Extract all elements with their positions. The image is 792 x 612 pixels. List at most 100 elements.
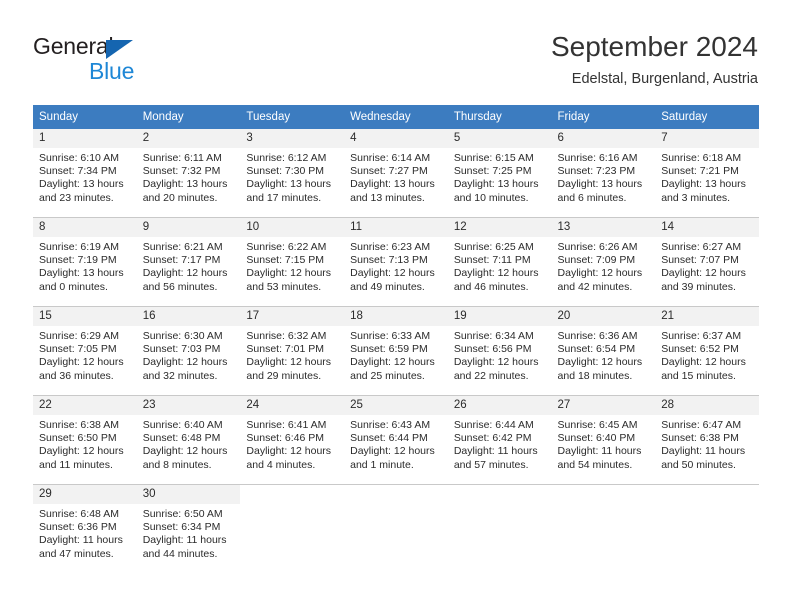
day-cell[interactable]: 19 Sunrise: 6:34 AM Sunset: 6:56 PM Dayligh… [447, 306, 552, 396]
day-cell[interactable]: 6 Sunrise: 6:16 AM Sunset: 7:23 PM Daylight… [551, 129, 656, 218]
day-number: 13 [551, 218, 656, 237]
sunset-text: Sunset: 7:09 PM [557, 254, 636, 267]
day-cell[interactable]: 11 Sunrise: 6:23 AM Sunset: 7:13 PM Dayligh… [344, 217, 448, 307]
day-cell[interactable]: 21 Sunrise: 6:37 AM Sunset: 6:52 PM Dayligh… [655, 306, 759, 396]
day-cell[interactable]: 23 Sunrise: 6:40 AM Sunset: 6:48 PM Dayligh… [136, 395, 241, 485]
sunrise-text: Sunrise: 6:25 AM [453, 241, 534, 253]
day-cell[interactable]: 5 Sunrise: 6:15 AM Sunset: 7:25 PM Daylight… [447, 129, 552, 218]
day-cell[interactable]: 12 Sunrise: 6:25 AM Sunset: 7:11 PM Dayligh… [447, 217, 552, 307]
sunset-text: Sunset: 6:44 PM [350, 432, 428, 445]
day-cell-empty [344, 484, 448, 573]
daylight-text: Daylight: 11 hours and 47 minutes. [39, 534, 123, 560]
day-cell-content: 20 Sunrise: 6:36 AM Sunset: 6:54 PM Dayligh… [551, 307, 656, 395]
daylight-text: Daylight: 11 hours and 44 minutes. [142, 534, 227, 560]
daylight-text: Daylight: 11 hours and 50 minutes. [661, 445, 746, 471]
day-cell-content: 26 Sunrise: 6:44 AM Sunset: 6:42 PM Dayligh… [447, 396, 552, 484]
day-cell[interactable]: 7 Sunrise: 6:18 AM Sunset: 7:21 PM Daylight… [655, 129, 759, 218]
day-cell-content: 18 Sunrise: 6:33 AM Sunset: 6:59 PM Dayligh… [344, 307, 448, 395]
day-cell-content: 15 Sunrise: 6:29 AM Sunset: 7:05 PM Dayligh… [33, 307, 137, 395]
daylight-text: Daylight: 12 hours and 25 minutes. [350, 356, 435, 382]
day-cell[interactable]: 24 Sunrise: 6:41 AM Sunset: 6:46 PM Dayligh… [240, 395, 345, 485]
weekday-header-friday: Friday [551, 105, 656, 129]
day-details: Sunrise: 6:37 AM Sunset: 6:52 PM Daylight:… [655, 326, 759, 383]
sunset-text: Sunset: 6:54 PM [557, 343, 636, 356]
day-cell[interactable]: 15 Sunrise: 6:29 AM Sunset: 7:05 PM Dayligh… [33, 306, 137, 396]
day-cell-content: 12 Sunrise: 6:25 AM Sunset: 7:11 PM Dayligh… [447, 218, 552, 306]
day-details: Sunrise: 6:11 AM Sunset: 7:32 PM Daylight:… [137, 148, 241, 205]
day-cell[interactable]: 14 Sunrise: 6:27 AM Sunset: 7:07 PM Dayligh… [655, 217, 759, 307]
brand-logo[interactable]: General Blue [33, 33, 233, 89]
day-number: 3 [240, 129, 345, 148]
day-cell[interactable]: 25 Sunrise: 6:43 AM Sunset: 6:44 PM Dayligh… [344, 395, 448, 485]
daylight-text: Daylight: 13 hours and 20 minutes. [142, 178, 228, 204]
daylight-text: Daylight: 12 hours and 49 minutes. [350, 267, 435, 293]
daylight-text: Daylight: 12 hours and 4 minutes. [246, 445, 332, 471]
sunrise-text: Sunrise: 6:12 AM [246, 152, 327, 164]
day-details: Sunrise: 6:19 AM Sunset: 7:19 PM Daylight:… [33, 237, 137, 294]
sunset-text: Sunset: 7:17 PM [142, 254, 221, 267]
day-number [344, 485, 448, 504]
sunrise-text: Sunrise: 6:23 AM [350, 241, 431, 253]
day-number: 18 [344, 307, 448, 326]
sunset-text: Sunset: 7:30 PM [246, 165, 325, 178]
sunrise-text: Sunrise: 6:50 AM [142, 508, 223, 520]
weekday-header-wednesday: Wednesday [344, 105, 448, 129]
sunrise-text: Sunrise: 6:48 AM [39, 508, 119, 520]
day-cell[interactable]: 1 Sunrise: 6:10 AM Sunset: 7:34 PM Daylight… [33, 129, 137, 218]
week-row: 22 Sunrise: 6:38 AM Sunset: 6:50 PM Dayligh… [33, 395, 759, 485]
day-number: 8 [33, 218, 137, 237]
daylight-text: Daylight: 13 hours and 23 minutes. [39, 178, 124, 204]
day-number: 15 [33, 307, 137, 326]
day-details: Sunrise: 6:30 AM Sunset: 7:03 PM Daylight:… [137, 326, 241, 383]
day-number: 16 [136, 307, 241, 326]
sunrise-text: Sunrise: 6:36 AM [557, 330, 638, 342]
day-cell-content: 4 Sunrise: 6:14 AM Sunset: 7:27 PM Daylight… [344, 129, 448, 217]
sunrise-text: Sunrise: 6:32 AM [246, 330, 327, 342]
day-cell[interactable]: 8 Sunrise: 6:19 AM Sunset: 7:19 PM Daylight… [33, 217, 137, 307]
day-number: 25 [344, 396, 448, 415]
day-cell-content: 22 Sunrise: 6:38 AM Sunset: 6:50 PM Dayligh… [33, 396, 137, 484]
day-cell[interactable]: 27 Sunrise: 6:45 AM Sunset: 6:40 PM Dayligh… [551, 395, 656, 485]
week-row: 1 Sunrise: 6:10 AM Sunset: 7:34 PM Daylight… [33, 129, 759, 218]
calendar-body: 1 Sunrise: 6:10 AM Sunset: 7:34 PM Daylight… [33, 129, 759, 573]
day-cell[interactable]: 13 Sunrise: 6:26 AM Sunset: 7:09 PM Dayligh… [551, 217, 656, 307]
day-cell[interactable]: 4 Sunrise: 6:14 AM Sunset: 7:27 PM Daylight… [344, 129, 448, 218]
day-cell[interactable]: 29 Sunrise: 6:48 AM Sunset: 6:36 PM Dayligh… [33, 484, 137, 573]
day-cell-content: 3 Sunrise: 6:12 AM Sunset: 7:30 PM Daylight… [240, 129, 345, 217]
day-cell-content: 16 Sunrise: 6:30 AM Sunset: 7:03 PM Dayligh… [136, 307, 241, 395]
day-number: 5 [447, 129, 552, 148]
day-cell-content: 24 Sunrise: 6:41 AM Sunset: 6:46 PM Dayligh… [240, 396, 345, 484]
day-cell[interactable]: 17 Sunrise: 6:32 AM Sunset: 7:01 PM Dayligh… [240, 306, 345, 396]
sunset-text: Sunset: 7:25 PM [453, 165, 532, 178]
sunset-text: Sunset: 7:27 PM [350, 165, 428, 178]
day-cell[interactable]: 18 Sunrise: 6:33 AM Sunset: 6:59 PM Dayligh… [344, 306, 448, 396]
sunrise-text: Sunrise: 6:34 AM [453, 330, 534, 342]
daylight-text: Daylight: 12 hours and 18 minutes. [557, 356, 643, 382]
day-cell[interactable]: 2 Sunrise: 6:11 AM Sunset: 7:32 PM Daylight… [136, 129, 241, 218]
day-details: Sunrise: 6:34 AM Sunset: 6:56 PM Daylight:… [448, 326, 552, 383]
day-details: Sunrise: 6:29 AM Sunset: 7:05 PM Daylight:… [33, 326, 137, 383]
daylight-text: Daylight: 12 hours and 39 minutes. [661, 267, 746, 293]
sunset-text: Sunset: 6:42 PM [453, 432, 532, 445]
day-number: 12 [447, 218, 552, 237]
day-cell[interactable]: 20 Sunrise: 6:36 AM Sunset: 6:54 PM Dayligh… [551, 306, 656, 396]
day-number: 29 [33, 485, 137, 504]
day-cell[interactable]: 26 Sunrise: 6:44 AM Sunset: 6:42 PM Dayligh… [447, 395, 552, 485]
sunrise-text: Sunrise: 6:40 AM [142, 419, 223, 431]
day-details: Sunrise: 6:41 AM Sunset: 6:46 PM Daylight:… [240, 415, 344, 472]
daylight-text: Daylight: 12 hours and 15 minutes. [661, 356, 746, 382]
day-cell[interactable]: 22 Sunrise: 6:38 AM Sunset: 6:50 PM Dayligh… [33, 395, 137, 485]
daylight-text: Daylight: 12 hours and 8 minutes. [142, 445, 228, 471]
daylight-text: Daylight: 11 hours and 57 minutes. [453, 445, 538, 471]
day-cell[interactable]: 10 Sunrise: 6:22 AM Sunset: 7:15 PM Dayligh… [240, 217, 345, 307]
day-cell[interactable]: 9 Sunrise: 6:21 AM Sunset: 7:17 PM Daylight… [136, 217, 241, 307]
day-cell[interactable]: 16 Sunrise: 6:30 AM Sunset: 7:03 PM Dayligh… [136, 306, 241, 396]
day-cell[interactable]: 28 Sunrise: 6:47 AM Sunset: 6:38 PM Dayligh… [655, 395, 759, 485]
day-cell[interactable]: 3 Sunrise: 6:12 AM Sunset: 7:30 PM Daylight… [240, 129, 345, 218]
day-cell-content: 17 Sunrise: 6:32 AM Sunset: 7:01 PM Dayligh… [240, 307, 345, 395]
day-cell[interactable]: 30 Sunrise: 6:50 AM Sunset: 6:34 PM Dayligh… [136, 484, 241, 573]
day-number: 14 [655, 218, 759, 237]
day-number: 20 [551, 307, 656, 326]
daylight-text: Daylight: 12 hours and 11 minutes. [39, 445, 124, 471]
sunset-text: Sunset: 6:36 PM [39, 521, 117, 534]
